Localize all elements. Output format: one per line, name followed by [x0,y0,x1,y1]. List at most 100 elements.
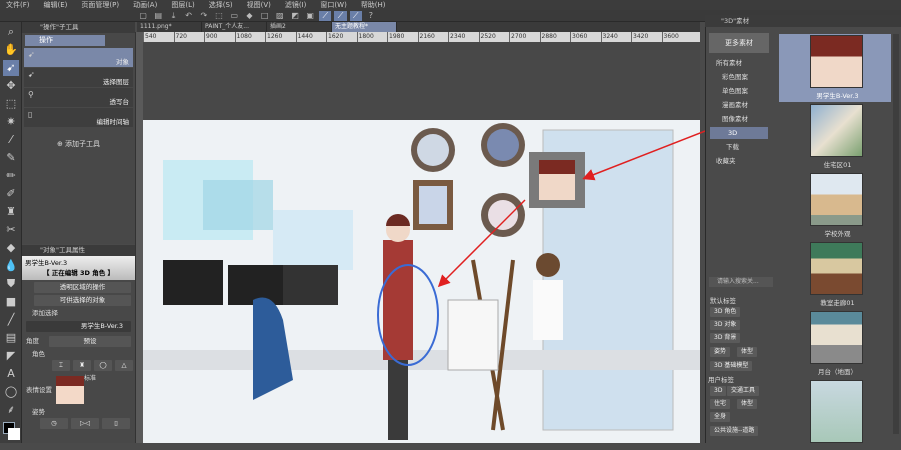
tree-manga[interactable]: 漫画素材 [710,99,768,111]
sub-tool-timeline[interactable]: ▯ 编辑时间轴 [24,108,133,127]
figure-icon[interactable]: ╱ [3,312,19,328]
tag-pose[interactable]: 姿势 [710,347,731,357]
save-icon[interactable]: ⤓ [167,11,179,21]
menu-help[interactable]: 帮助(H) [361,0,386,10]
fill-icon[interactable]: ◆ [243,11,255,21]
thumb-residential[interactable] [810,104,863,157]
thumb-school[interactable] [810,173,863,226]
sub-tool-light-table[interactable]: ⚲ 透写台 [24,88,133,107]
snap-ruler-icon[interactable]: ⟋ [319,11,332,21]
tag-body[interactable]: 体型 [737,347,758,357]
brush-icon[interactable]: ✐ [3,186,19,202]
menu-select[interactable]: 选择(S) [209,0,233,10]
tag-3d-background[interactable]: 3D 背景 [710,333,741,343]
menu-window[interactable]: 窗口(W) [320,0,346,10]
tree-color-pattern[interactable]: 彩色图案 [710,71,768,83]
magic-wand-icon[interactable]: ✷ [3,114,19,130]
tab-1111[interactable]: 1111.png* [137,22,202,32]
tag-transport[interactable]: 交通工具 [727,386,760,396]
tab-illustration2[interactable]: 插画2 [267,22,332,32]
selection-tool-icon[interactable]: ⬚ [3,96,19,112]
clear-icon[interactable]: ▨ [274,11,286,21]
expression-thumbnail[interactable] [56,376,84,404]
menu-file[interactable]: 文件(F) [6,0,30,10]
thumb-classroom[interactable] [810,242,863,295]
menu-animation[interactable]: 动画(A) [133,0,157,10]
angle-preset-dropdown[interactable]: 预设 [49,336,131,347]
outfit-icon[interactable]: ♜ [73,360,91,371]
eyedropper-icon[interactable]: ⁄ [3,132,19,148]
decoration-icon[interactable]: ✂ [3,222,19,238]
menu-layer[interactable]: 图层(L) [171,0,194,10]
open-icon[interactable]: ▤ [152,11,164,21]
tree-favorites[interactable]: 收藏夹 [710,155,768,167]
thumb-train[interactable] [810,380,863,443]
add-sub-tool-button[interactable]: ⊕ 添加子工具 [22,139,135,149]
zoom-tool-icon[interactable]: ⌕ [3,24,19,40]
pose-reset-icon[interactable]: ◷ [40,418,68,429]
move-tool-icon[interactable]: ✥ [3,78,19,94]
transparent-area-dropdown[interactable]: 透明区域的操作 [34,282,131,293]
tag-body-user[interactable]: 体型 [737,399,758,409]
illustration-canvas[interactable] [143,120,700,443]
menu-filter[interactable]: 滤镜(I) [285,0,307,10]
selectable-object-dropdown[interactable]: 可供选择的对象 [34,295,131,306]
tag-residential[interactable]: 住宅 [710,399,731,409]
sub-tool-group[interactable]: 操作 [25,35,105,46]
material-search-input[interactable]: 请输入搜索关... [709,277,773,287]
pose-save-icon[interactable]: ▯ [102,418,130,429]
tag-3d[interactable]: 3D [710,386,727,396]
tree-image[interactable]: 图像素材 [710,113,768,125]
pencil-icon[interactable]: ✏ [3,168,19,184]
operation-tool-icon[interactable]: ➹ [3,60,19,76]
menu-edit[interactable]: 编辑(E) [44,0,68,10]
hand-tool-icon[interactable]: ✋ [3,42,19,58]
color-swatches[interactable] [0,420,21,450]
text-icon[interactable]: A [3,366,19,382]
ruler-icon[interactable]: ◤ [3,348,19,364]
balloon-icon[interactable]: ◯ [3,384,19,400]
tree-all-materials[interactable]: 所有素材 [710,57,768,69]
deselect-icon[interactable]: ⬚ [213,11,225,21]
crop-icon[interactable]: ▭ [228,11,240,21]
tree-3d[interactable]: 3D [710,127,768,139]
undo-icon[interactable]: ↶ [183,11,195,21]
layer-model-select[interactable]: 男学生B-Ver.3 [26,321,131,332]
flip-icon[interactable]: ▷◁ [71,418,99,429]
sub-color[interactable] [8,428,20,440]
tag-3d-object[interactable]: 3D 对象 [710,320,741,330]
redo-icon[interactable]: ↷ [198,11,210,21]
tag-full-body[interactable]: 全身 [710,412,731,422]
frame-icon[interactable]: ▤ [3,330,19,346]
help-icon[interactable]: ? [365,11,377,21]
fill-selection-icon[interactable]: ◩ [289,11,301,21]
gradient-icon[interactable]: ■ [3,294,19,310]
tab-untitled[interactable]: 无主题教程* [332,22,397,32]
blend-icon[interactable]: 💧 [3,258,19,274]
eraser-icon[interactable]: ◆ [3,240,19,256]
border-icon[interactable]: ▣ [304,11,316,21]
transform-icon[interactable]: □ [259,11,271,21]
tab-paint[interactable]: PAINT_个人友... [202,22,267,32]
menu-page[interactable]: 页面管理(P) [81,0,119,10]
pen-icon[interactable]: ✎ [3,150,19,166]
more-materials-button[interactable]: 更多素材 [709,33,769,53]
sub-tool-object[interactable]: ➹ 对象 [24,48,133,67]
menu-view[interactable]: 视图(V) [247,0,271,10]
sub-tool-select-layer[interactable]: ➹ 选择图层 [24,68,133,87]
correction-icon[interactable]: ⸙ [3,402,19,418]
tree-download[interactable]: 下载 [710,141,768,153]
thumb-platform[interactable] [810,311,863,364]
bag-icon[interactable]: △ [115,360,133,371]
tag-3d-character[interactable]: 3D 角色 [710,307,741,317]
snap-special-icon[interactable]: ⟋ [334,11,347,21]
tag-3d-basic-model[interactable]: 3D 基础模型 [710,361,753,371]
tree-mono-pattern[interactable]: 单色图案 [710,85,768,97]
thumb-male-student[interactable] [810,35,863,88]
snap-grid-icon[interactable]: ⟋ [349,11,362,21]
new-file-icon[interactable]: ▢ [137,11,149,21]
tag-public-road[interactable]: 公共设施--道路 [710,426,759,436]
material-scrollbar[interactable] [893,34,899,434]
head-icon[interactable]: ◯ [94,360,112,371]
fill-tool-icon[interactable]: ⛊ [3,276,19,292]
